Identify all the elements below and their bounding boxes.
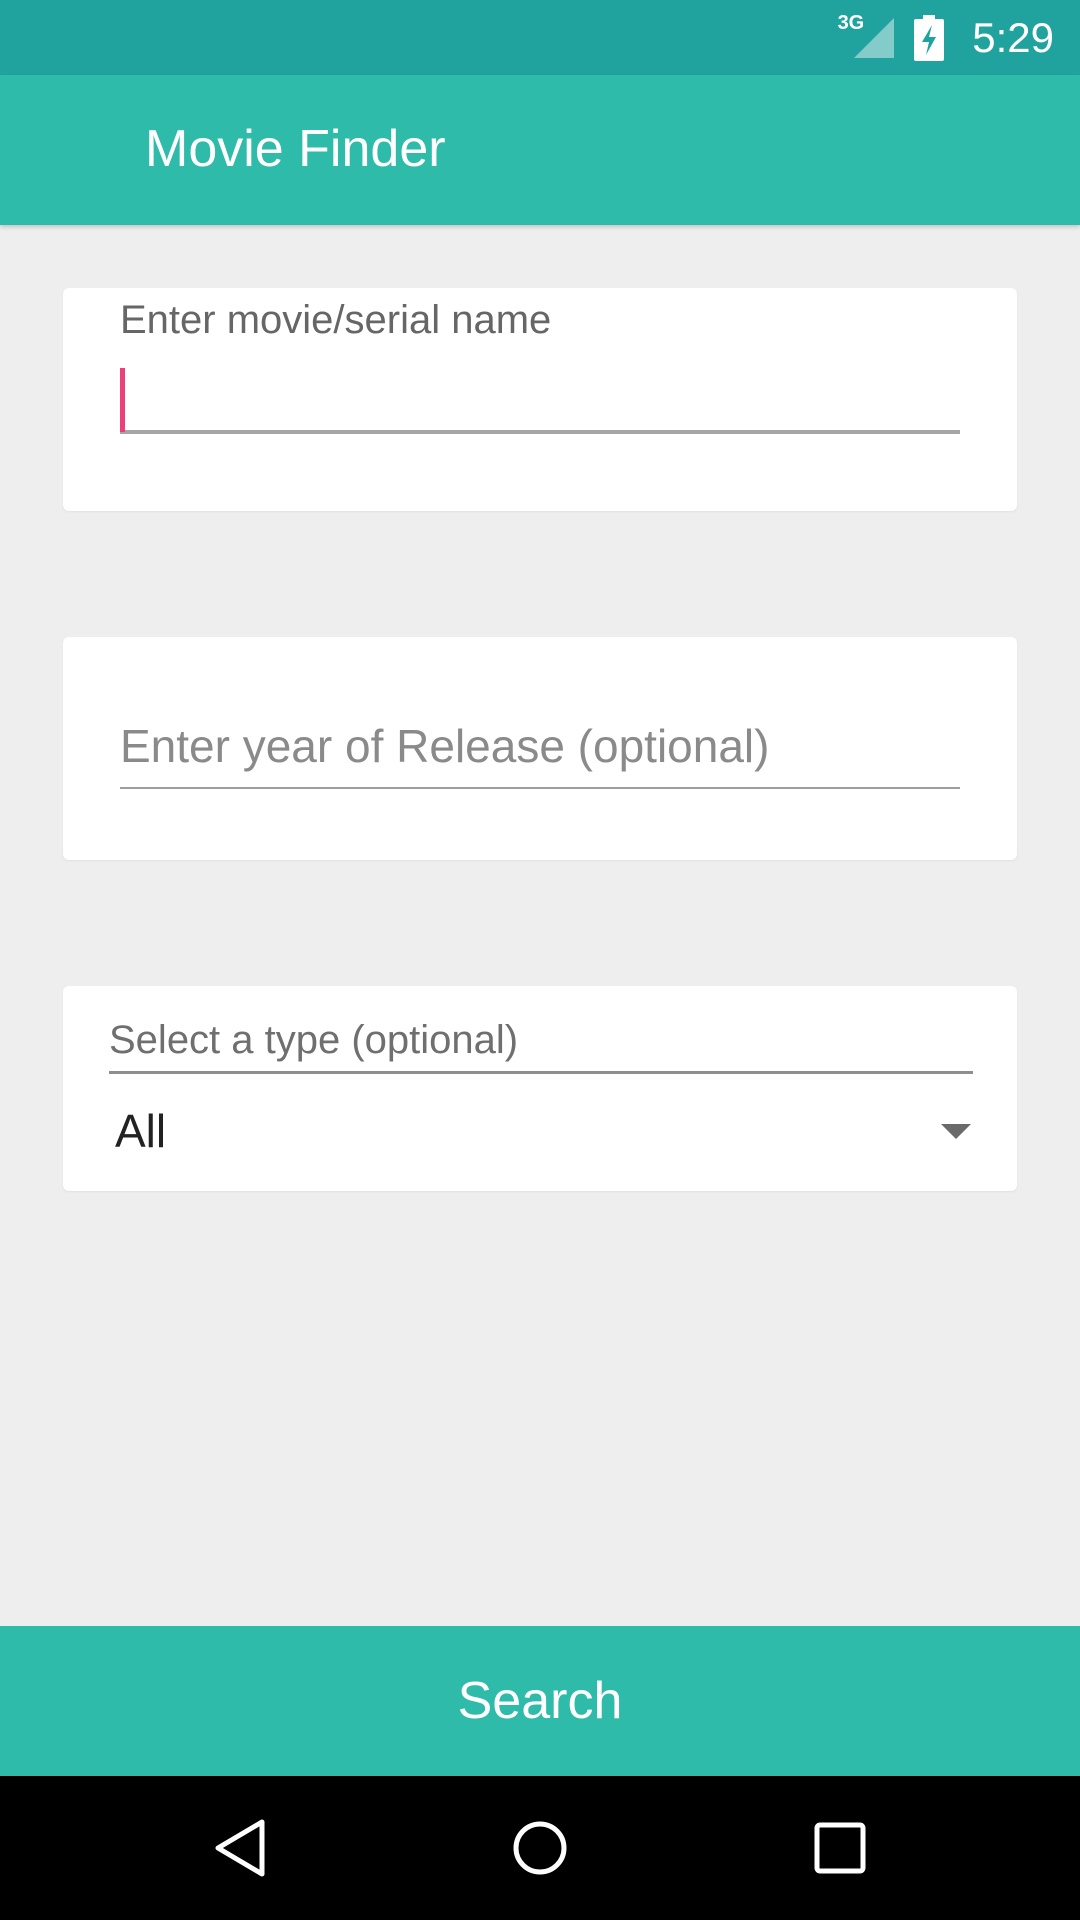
type-selected-value: All [115,1105,167,1157]
home-button[interactable] [490,1798,590,1898]
type-select-card: Select a type (optional) All [63,986,1017,1191]
release-year-card [63,637,1017,860]
battery-charging-icon [914,14,945,61]
movie-name-card: Enter movie/serial name [63,288,1017,511]
movie-name-label: Enter movie/serial name [120,298,552,342]
status-time: 5:29 [972,13,1054,61]
home-icon [513,1821,567,1875]
recents-icon [814,1822,866,1874]
app-bar: Movie Finder [0,75,1080,225]
app-title: Movie Finder [145,120,446,178]
release-year-input[interactable] [120,705,960,789]
recents-button[interactable] [790,1798,890,1898]
type-dropdown[interactable]: All [109,1096,979,1166]
back-button[interactable] [190,1798,290,1898]
text-cursor [120,368,125,432]
network-type-label: 3G [837,12,865,34]
status-icons: 3G 5:29 [808,12,1054,62]
navigation-bar [0,1776,1080,1920]
dropdown-arrow-icon [941,1123,971,1139]
type-select-label: Select a type (optional) [109,1018,973,1074]
back-icon [215,1819,265,1877]
movie-name-input[interactable] [120,364,960,434]
status-bar: 3G 5:29 [0,0,1080,75]
search-button[interactable]: Search [0,1626,1080,1776]
